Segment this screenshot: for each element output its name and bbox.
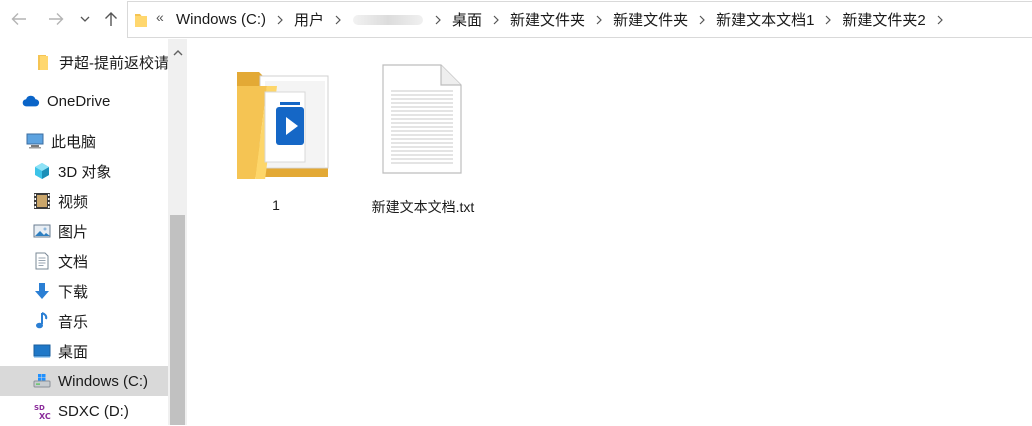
- sidebar-item-videos[interactable]: 视频: [0, 186, 168, 216]
- up-arrow-icon: [105, 12, 117, 26]
- sidebar-item-label: 音乐: [58, 313, 89, 331]
- address-bar[interactable]: « Windows (C:) 用户 桌面 新建文件夹 新建文件夹 新建文本文档1…: [127, 1, 1032, 38]
- navigation-pane: 尹超-提前返校请 OneDrive 此电脑 3D 对象 视频 图片 文档 下载 …: [0, 39, 187, 425]
- svg-text:XC: XC: [39, 412, 51, 420]
- sidebar-item-label: 桌面: [58, 343, 89, 361]
- breadcrumb-overflow-button[interactable]: «: [156, 9, 164, 25]
- back-button[interactable]: [6, 6, 32, 32]
- forward-arrow-icon: [49, 13, 64, 25]
- chevron-right-icon[interactable]: [267, 15, 293, 25]
- downloads-icon: [33, 282, 51, 300]
- scroll-up-button[interactable]: [168, 45, 187, 61]
- sidebar-item-onedrive[interactable]: OneDrive: [0, 86, 168, 116]
- videos-icon: [33, 192, 51, 210]
- chevron-right-icon[interactable]: [586, 15, 612, 25]
- sidebar-item-label: 视频: [58, 193, 89, 211]
- folder-icon: [34, 53, 52, 71]
- breadcrumb-redacted-username[interactable]: [353, 14, 424, 25]
- breadcrumb-users[interactable]: 用户: [293, 9, 325, 30]
- text-file-item[interactable]: 新建文本文档.txt: [363, 57, 483, 215]
- file-name: 新建文本文档.txt: [371, 199, 475, 215]
- pictures-icon: [33, 222, 51, 240]
- 3d-objects-icon: [33, 162, 51, 180]
- sidebar-item-pictures[interactable]: 图片: [0, 216, 168, 246]
- scrollbar-thumb[interactable]: [170, 215, 185, 425]
- chevron-down-icon: [80, 16, 90, 22]
- sidebar-item-pinned-folder[interactable]: 尹超-提前返校请: [0, 47, 169, 77]
- desktop-icon: [33, 342, 51, 360]
- breadcrumb-new-text-doc-1[interactable]: 新建文本文档1: [715, 9, 815, 30]
- sidebar-item-music[interactable]: 音乐: [0, 306, 168, 336]
- navigation-bar: « Windows (C:) 用户 桌面 新建文件夹 新建文件夹 新建文本文档1…: [0, 0, 1032, 39]
- file-name: 1: [272, 197, 280, 213]
- sidebar-item-windows-c[interactable]: Windows (C:): [0, 366, 168, 396]
- this-pc-icon: [26, 132, 44, 150]
- breadcrumb: Windows (C:) 用户 桌面 新建文件夹 新建文件夹 新建文本文档1 新…: [175, 2, 953, 37]
- sidebar-item-label: 文档: [58, 253, 89, 271]
- sidebar-item-this-pc[interactable]: 此电脑: [0, 126, 168, 156]
- sidebar-item-desktop[interactable]: 桌面: [0, 336, 168, 366]
- music-icon: [33, 312, 51, 330]
- chevron-right-icon[interactable]: [483, 15, 509, 25]
- breadcrumb-windows-c[interactable]: Windows (C:): [175, 11, 267, 28]
- sidebar-item-label: SDXC (D:): [58, 402, 129, 420]
- chevron-right-icon[interactable]: [927, 15, 953, 25]
- sidebar-item-label: 尹超-提前返校请: [59, 54, 169, 72]
- breadcrumb-new-folder-2[interactable]: 新建文件夹: [612, 9, 689, 30]
- up-button[interactable]: [100, 6, 122, 32]
- folder-item[interactable]: 1: [216, 57, 336, 213]
- sidebar-item-downloads[interactable]: 下载: [0, 276, 168, 306]
- sidebar-item-documents[interactable]: 文档: [0, 246, 168, 276]
- breadcrumb-new-folder-3[interactable]: 新建文件夹2: [841, 9, 926, 30]
- text-document-icon: [382, 64, 462, 174]
- svg-text:SD: SD: [34, 404, 45, 412]
- sidebar-scrollbar[interactable]: [168, 39, 187, 425]
- drive-c-icon: [33, 372, 51, 390]
- recent-locations-button[interactable]: [76, 6, 94, 32]
- chevron-right-icon[interactable]: [689, 15, 715, 25]
- sidebar-item-label: Windows (C:): [58, 372, 149, 390]
- chevron-right-icon[interactable]: [425, 15, 451, 25]
- sidebar-item-3d-objects[interactable]: 3D 对象: [0, 156, 168, 186]
- sidebar-item-label: 3D 对象: [58, 163, 112, 181]
- sdxc-drive-icon: SD XC: [33, 402, 51, 420]
- chevron-up-icon: [173, 50, 182, 56]
- sidebar-item-sdxc-d[interactable]: SD XC SDXC (D:): [0, 396, 168, 426]
- forward-button[interactable]: [43, 6, 69, 32]
- back-arrow-icon: [11, 13, 26, 25]
- sidebar-item-label: OneDrive: [47, 92, 111, 110]
- sidebar-item-label: 图片: [58, 223, 89, 241]
- onedrive-cloud-icon: [22, 92, 40, 110]
- sidebar-item-label: 下载: [58, 283, 89, 301]
- breadcrumb-new-folder[interactable]: 新建文件夹: [509, 9, 586, 30]
- chevron-right-icon[interactable]: [815, 15, 841, 25]
- folder-with-video-icon: [237, 72, 329, 179]
- chevron-right-icon[interactable]: [325, 15, 351, 25]
- file-list-view: 1 新建文本文档.txt: [187, 39, 1032, 425]
- sidebar-item-label: 此电脑: [51, 133, 97, 151]
- breadcrumb-desktop[interactable]: 桌面: [451, 9, 483, 30]
- documents-icon: [33, 252, 51, 270]
- address-folder-icon: [134, 12, 148, 31]
